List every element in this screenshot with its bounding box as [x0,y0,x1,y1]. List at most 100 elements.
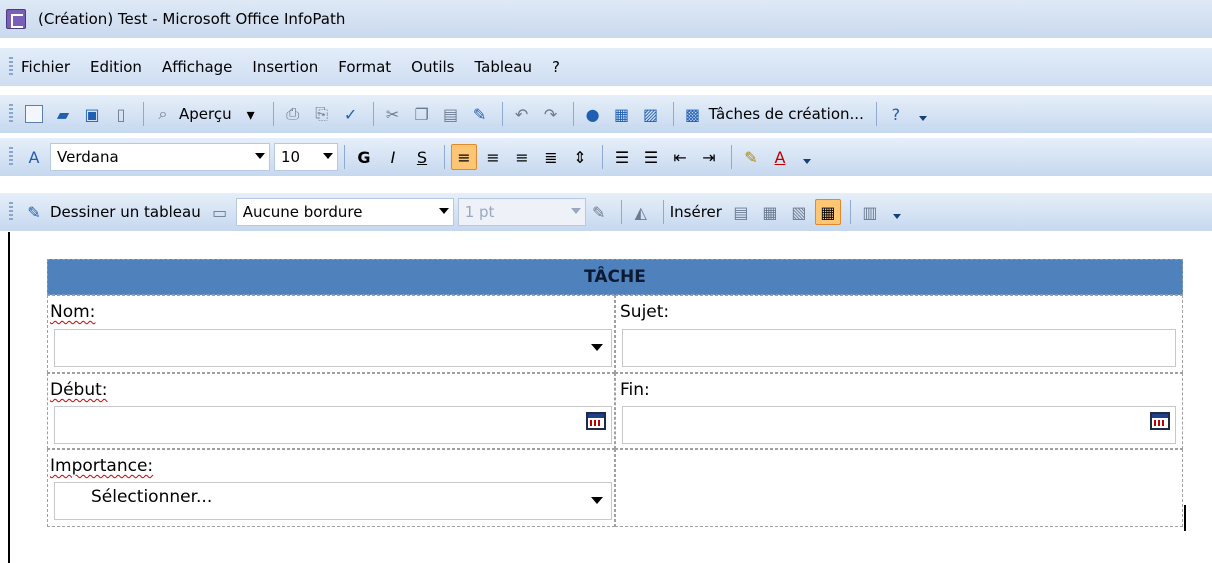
insert-picture-icon[interactable]: ▨ [638,101,664,127]
merge-cells-icon[interactable]: ▦ [757,199,783,225]
preview-dropdown-icon[interactable]: ▾ [238,101,264,127]
bullet-list-icon[interactable]: ☰ [638,144,664,170]
copy-icon[interactable]: ❐ [409,101,435,127]
paste-icon[interactable]: ▤ [438,101,464,127]
align-right-icon[interactable]: ≡ [509,144,535,170]
preview-icon[interactable]: ⌕ [150,101,176,127]
align-center-icon[interactable]: ≡ [480,144,506,170]
open-folder-icon[interactable]: ▰ [50,101,76,127]
debut-label: Début: [50,380,108,400]
undo-icon[interactable]: ↶ [509,101,535,127]
menu-tableau[interactable]: Tableau [475,58,533,76]
infopath-app-icon[interactable] [6,9,26,29]
print-icon[interactable]: ⎙ [280,101,306,127]
menu-fichier[interactable]: Fichier [21,58,70,76]
border-width-combo[interactable]: 1 pt [457,198,586,226]
toolbar-separator [602,145,603,169]
chevron-down-icon[interactable] [591,344,603,351]
chevron-down-icon[interactable] [570,208,581,214]
toolbar-options-icon[interactable] [802,150,812,164]
print-preview-icon[interactable]: ⎘ [309,101,335,127]
fin-date-picker[interactable] [622,406,1176,444]
sujet-input[interactable] [622,329,1176,367]
debut-date-picker[interactable] [54,406,612,444]
menubar-grip-handle[interactable] [9,57,13,77]
font-name-value: Verdana [57,148,119,166]
underline-button[interactable]: S [409,144,435,170]
publish-icon[interactable]: ▯ [108,101,134,127]
eraser-icon[interactable]: ▭ [207,199,233,225]
justify-icon[interactable]: ≣ [538,144,564,170]
sujet-label: Sujet: [620,302,670,322]
save-icon[interactable]: ▣ [79,101,105,127]
calendar-icon[interactable] [1150,412,1170,430]
nom-cell[interactable]: Nom: [47,295,615,373]
empty-cell[interactable] [615,449,1183,527]
draw-table-icon[interactable]: ✎ [21,199,47,225]
calendar-icon[interactable] [586,412,606,430]
insert-table-icon[interactable]: ▦ [609,101,635,127]
shading-icon[interactable]: ◭ [628,199,654,225]
font-size-value: 10 [281,148,301,166]
help-icon[interactable]: ? [883,101,909,127]
border-style-value: Aucune bordure [242,203,363,221]
importance-cell[interactable]: Importance: Sélectionner... [47,449,615,527]
debut-cell[interactable]: Début: [47,373,615,449]
italic-button[interactable]: I [380,144,406,170]
bold-button[interactable]: G [351,144,377,170]
toolbar-separator [672,102,674,126]
toolbar-grip-handle[interactable] [9,202,13,222]
chevron-down-icon[interactable] [255,153,265,159]
new-design-icon[interactable] [21,101,47,127]
align-left-icon[interactable]: ≡ [451,144,477,170]
fin-label: Fin: [620,380,650,400]
increase-indent-icon[interactable]: ⇥ [696,144,722,170]
design-tasks-icon[interactable]: ▩ [680,101,706,127]
cut-icon[interactable]: ✂ [380,101,406,127]
chevron-down-icon[interactable] [591,497,603,504]
font-style-icon[interactable]: A [21,144,47,170]
draw-table-button[interactable]: Dessiner un tableau [50,203,201,221]
format-painter-icon[interactable]: ✎ [467,101,493,127]
menu-format[interactable]: Format [338,58,391,76]
sujet-cell[interactable]: Sujet: [615,295,1183,373]
chevron-down-icon[interactable] [323,153,333,159]
redo-icon[interactable]: ↷ [538,101,564,127]
table-properties-icon[interactable]: ▥ [857,199,883,225]
toolbar-separator [444,145,445,169]
insert-menu-button[interactable]: Insérer [670,203,722,221]
spelling-icon[interactable]: ✓ [338,101,364,127]
border-color-icon[interactable]: ✎ [586,199,612,225]
menu-help[interactable]: ? [552,58,560,76]
insert-row-icon[interactable]: ▤ [728,199,754,225]
border-style-combo[interactable]: Aucune bordure [235,198,454,226]
font-name-combo[interactable]: Verdana [50,143,270,171]
toolbar-options-icon[interactable] [892,205,902,219]
nom-dropdown[interactable] [54,329,612,367]
window-title: (Création) Test - Microsoft Office InfoP… [38,10,346,28]
menu-outils[interactable]: Outils [411,58,454,76]
toolbar-options-icon[interactable] [918,107,928,121]
toolbar-grip-handle[interactable] [9,104,13,124]
chevron-down-icon[interactable] [438,208,449,214]
menu-insertion[interactable]: Insertion [252,58,318,76]
split-cells-icon[interactable]: ▧ [786,199,812,225]
fin-cell[interactable]: Fin: [615,373,1183,449]
form-header: TÂCHE [47,259,1183,295]
font-color-icon[interactable]: A [767,144,793,170]
toolbar-separator [272,102,274,126]
decrease-indent-icon[interactable]: ⇤ [667,144,693,170]
numbered-list-icon[interactable]: ☰ [609,144,635,170]
importance-label: Importance: [50,456,154,476]
menu-affichage[interactable]: Affichage [162,58,232,76]
line-spacing-icon[interactable]: ⇕ [567,144,593,170]
importance-dropdown[interactable]: Sélectionner... [54,482,612,520]
highlight-icon[interactable]: ✎ [738,144,764,170]
table-gridlines-icon[interactable]: ▦ [814,199,841,225]
font-size-combo[interactable]: 10 [274,143,338,171]
menu-edition[interactable]: Edition [90,58,142,76]
hyperlink-icon[interactable]: ● [580,101,606,127]
preview-button[interactable]: Aperçu [179,105,232,123]
design-tasks-button[interactable]: Tâches de création... [709,105,864,123]
toolbar-grip-handle[interactable] [9,147,13,167]
